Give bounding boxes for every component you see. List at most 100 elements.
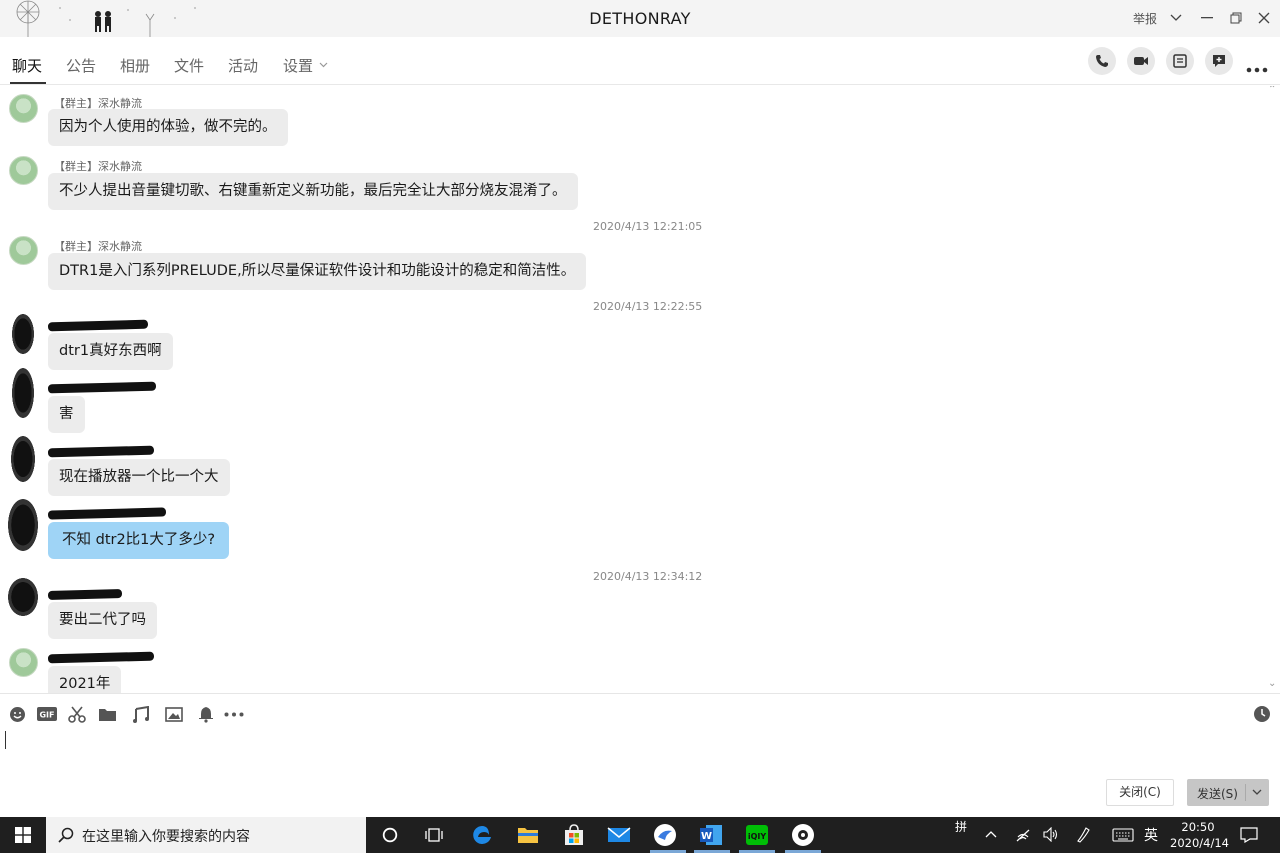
new-discussion-button[interactable] — [1205, 47, 1233, 75]
touch-keyboard-icon[interactable] — [1112, 828, 1134, 842]
add-message-icon — [1213, 55, 1225, 67]
task-view-icon[interactable] — [421, 822, 447, 848]
avatar[interactable] — [9, 236, 38, 265]
edge-browser-icon[interactable] — [469, 822, 495, 848]
gif-icon[interactable]: GIF — [37, 704, 57, 724]
history-clock-icon[interactable] — [1252, 704, 1272, 724]
redacted-sender-name — [47, 589, 123, 600]
cortana-icon[interactable] — [377, 822, 403, 848]
voice-call-button[interactable] — [1088, 47, 1116, 75]
message-bubble[interactable]: 2021年 — [48, 666, 122, 693]
input-language-indicator[interactable]: 英 — [1144, 825, 1158, 845]
report-button[interactable]: 举报 — [1133, 10, 1157, 27]
restore-icon[interactable] — [1226, 8, 1246, 28]
group-class-button[interactable] — [1166, 47, 1194, 75]
message-bubble-self[interactable]: 不知 dtr2比1大了多少? — [48, 522, 230, 559]
avatar[interactable] — [11, 436, 35, 482]
iqiyi-icon[interactable]: iQIY — [744, 822, 770, 848]
music-icon[interactable] — [131, 704, 151, 724]
avatar[interactable] — [8, 578, 38, 616]
message-bubble[interactable]: 不少人提出音量键切歌、右键重新定义新功能，最后完全让大部分烧友混淆了。 — [48, 173, 578, 210]
close-icon[interactable] — [1254, 8, 1274, 28]
sender-name[interactable]: 【群主】深水静流 — [54, 238, 142, 254]
tab-announcement[interactable]: 公告 — [66, 55, 96, 76]
phone-icon — [1096, 55, 1108, 67]
timestamp: 2020/4/13 12:21:05 — [593, 220, 703, 233]
send-button[interactable]: 发送(S) — [1187, 779, 1269, 806]
avatar[interactable] — [12, 314, 34, 354]
chat-message-list[interactable]: ⌃ 【群主】深水静流 因为个人使用的体验，做不完的。 【群主】深水静流 不少人提… — [0, 86, 1280, 693]
timestamp: 2020/4/13 12:22:55 — [593, 300, 703, 313]
redacted-sender-name — [47, 381, 157, 394]
redacted-sender-name — [47, 507, 167, 520]
folder-icon[interactable] — [97, 704, 117, 724]
network-icon[interactable] — [1015, 828, 1031, 842]
more-options-icon[interactable] — [1246, 58, 1268, 77]
minimize-icon[interactable] — [1197, 8, 1217, 28]
video-call-button[interactable] — [1127, 47, 1155, 75]
taskbar-search-box[interactable]: 在这里输入你要搜索的内容 — [46, 817, 366, 853]
svg-text:GIF: GIF — [39, 711, 54, 720]
tab-files[interactable]: 文件 — [174, 55, 204, 76]
active-tab-indicator — [10, 82, 46, 84]
text-input-caret[interactable] — [5, 731, 6, 749]
avatar[interactable] — [9, 156, 38, 185]
tab-album[interactable]: 相册 — [120, 55, 150, 76]
file-explorer-icon[interactable] — [515, 822, 541, 848]
message-input-area: GIF 关闭(C) 发送(S) — [0, 693, 1280, 817]
message-bubble[interactable]: dtr1真好东西啊 — [48, 333, 173, 370]
sender-name[interactable]: 【群主】深水静流 — [54, 158, 142, 174]
search-placeholder: 在这里输入你要搜索的内容 — [82, 829, 250, 845]
message-bubble[interactable]: 害 — [48, 396, 85, 433]
more-tools-icon[interactable] — [224, 704, 244, 724]
message-bubble[interactable]: 要出二代了吗 — [48, 602, 157, 639]
tab-chat[interactable]: 聊天 — [12, 55, 42, 76]
word-icon[interactable]: W — [698, 822, 724, 848]
search-icon — [58, 827, 74, 843]
send-options-chevron-icon[interactable] — [1250, 783, 1264, 801]
settings-chevron-down-icon[interactable] — [319, 62, 328, 68]
mail-icon[interactable] — [606, 822, 632, 848]
timestamp: 2020/4/13 12:34:12 — [593, 570, 703, 583]
qq-group-app-icon[interactable] — [790, 822, 816, 848]
scissors-screenshot-icon[interactable] — [67, 704, 87, 724]
avatar[interactable] — [12, 368, 34, 418]
window-title: DETHONRAY — [589, 9, 691, 28]
bell-icon[interactable] — [196, 704, 216, 724]
scroll-down-icon[interactable]: ⌄ — [1268, 678, 1276, 689]
avatar[interactable] — [8, 499, 38, 551]
windows-taskbar: 在这里输入你要搜索的内容 W iQIY 拼 英 20:50 2020/4/14 — [0, 817, 1280, 853]
send-button-label: 发送(S) — [1197, 787, 1238, 801]
action-center-notification-icon[interactable] — [1240, 827, 1258, 843]
send-button-divider — [1245, 784, 1246, 801]
close-button[interactable]: 关闭(C) — [1106, 779, 1174, 806]
scroll-up-icon[interactable]: ⌃ — [1268, 86, 1276, 95]
emoji-icon[interactable] — [7, 704, 27, 724]
message-bubble[interactable]: 因为个人使用的体验，做不完的。 — [48, 109, 288, 146]
show-hidden-icons-chevron-icon[interactable] — [985, 830, 997, 838]
svg-text:iQIY: iQIY — [748, 832, 767, 841]
chevron-down-icon[interactable] — [1166, 8, 1186, 28]
image-icon[interactable] — [164, 704, 184, 724]
redacted-sender-name — [47, 319, 149, 332]
redacted-sender-name — [47, 651, 155, 664]
system-clock[interactable]: 20:50 2020/4/14 — [1170, 819, 1229, 851]
ime-mode-indicator[interactable]: 拼 — [955, 818, 967, 835]
redacted-sender-name — [47, 445, 155, 458]
windows-start-icon[interactable] — [0, 817, 46, 853]
feishu-app-icon[interactable] — [652, 822, 678, 848]
avatar[interactable] — [9, 648, 38, 677]
clock-date: 2020/4/14 — [1170, 836, 1229, 850]
tab-bar: 聊天 公告 相册 文件 活动 设置 — [0, 37, 1280, 85]
message-bubble[interactable]: DTR1是入门系列PRELUDE,所以尽量保证软件设计和功能设计的稳定和简洁性。 — [48, 253, 587, 290]
pen-ink-workspace-icon[interactable] — [1076, 826, 1092, 843]
volume-icon[interactable] — [1043, 827, 1059, 842]
video-camera-icon — [1134, 57, 1148, 65]
microsoft-store-icon[interactable] — [561, 822, 587, 848]
avatar[interactable] — [9, 94, 38, 123]
clock-time: 20:50 — [1181, 820, 1215, 834]
title-bar: DETHONRAY 举报 — [0, 0, 1280, 37]
tab-activity[interactable]: 活动 — [228, 55, 258, 76]
tab-settings[interactable]: 设置 — [283, 55, 313, 76]
message-bubble[interactable]: 现在播放器一个比一个大 — [48, 459, 230, 496]
